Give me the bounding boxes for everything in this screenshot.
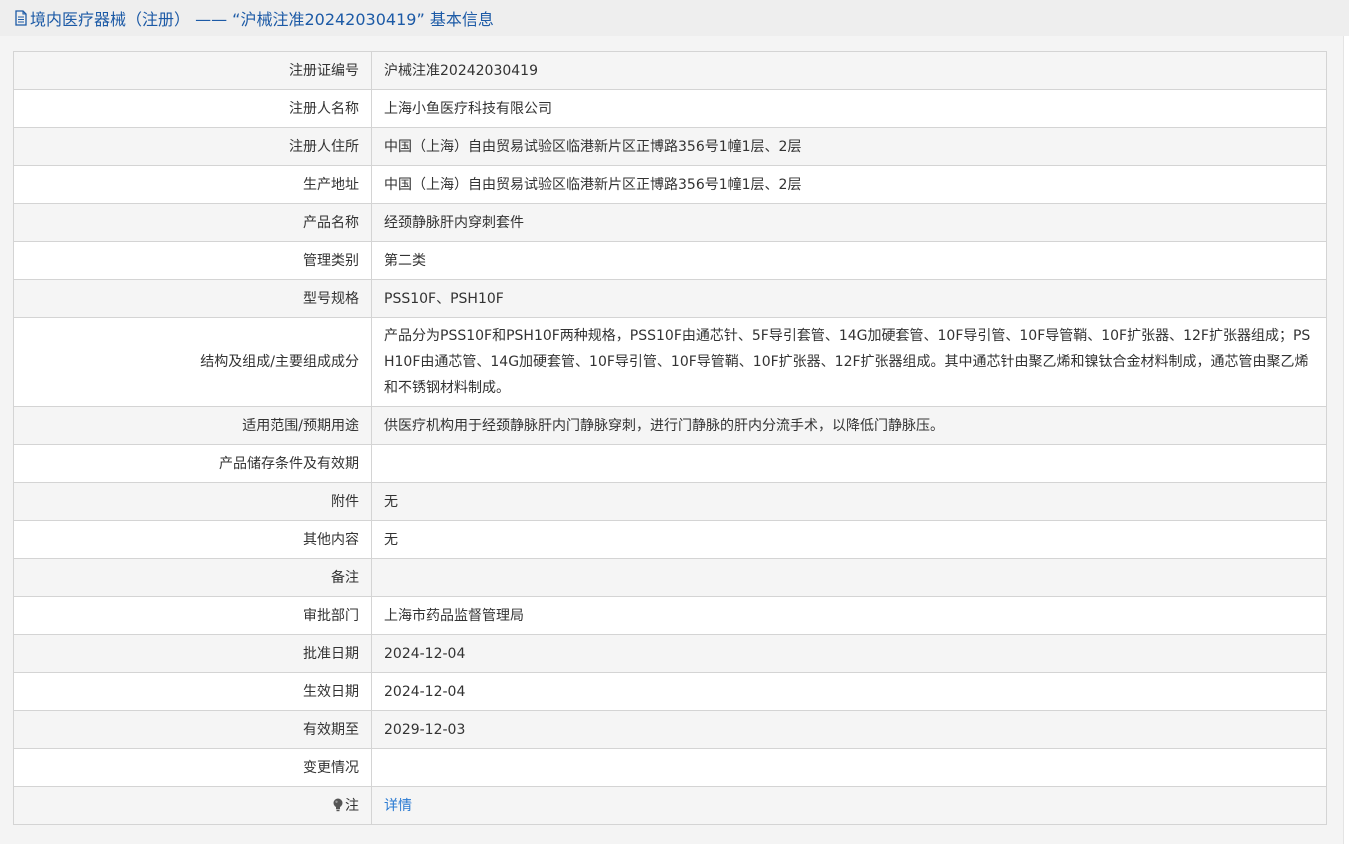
row-label: 注册证编号 <box>13 51 372 90</box>
table-row: 适用范围/预期用途 供医疗机构用于经颈静脉肝内门静脉穿刺，进行门静脉的肝内分流手… <box>13 406 1327 445</box>
note-label-cell: 注 <box>13 786 372 825</box>
table-row: 其他内容 无 <box>13 520 1327 559</box>
row-label: 适用范围/预期用途 <box>13 406 372 445</box>
table-row: 型号规格 PSS10F、PSH10F <box>13 279 1327 318</box>
page-title: 境内医疗器械（注册） —— “沪械注准20242030419” 基本信息 <box>14 6 494 30</box>
row-value: 沪械注准20242030419 <box>371 51 1327 90</box>
table-row: 生产地址 中国（上海）自由贸易试验区临港新片区正博路356号1幢1层、2层 <box>13 165 1327 204</box>
row-label: 型号规格 <box>13 279 372 318</box>
row-value: 无 <box>371 482 1327 521</box>
document-icon <box>14 10 28 26</box>
table-row: 产品名称 经颈静脉肝内穿刺套件 <box>13 203 1327 242</box>
row-value: 2024-12-04 <box>371 672 1327 711</box>
row-value: 无 <box>371 520 1327 559</box>
row-value: 第二类 <box>371 241 1327 280</box>
table-row: 备注 <box>13 558 1327 597</box>
details-link[interactable]: 详情 <box>384 798 412 814</box>
row-label: 注册人住所 <box>13 127 372 166</box>
page-header: 境内医疗器械（注册） —— “沪械注准20242030419” 基本信息 <box>0 0 1349 36</box>
row-value: 中国（上海）自由贸易试验区临港新片区正博路356号1幢1层、2层 <box>371 127 1327 166</box>
row-label: 其他内容 <box>13 520 372 559</box>
row-label: 产品名称 <box>13 203 372 242</box>
row-value: 产品分为PSS10F和PSH10F两种规格，PSS10F由通芯针、5F导引套管、… <box>371 317 1327 407</box>
table-row: 附件 无 <box>13 482 1327 521</box>
note-row: 注 详情 <box>13 786 1327 825</box>
row-value: 经颈静脉肝内穿刺套件 <box>371 203 1327 242</box>
table-row: 生效日期 2024-12-04 <box>13 672 1327 711</box>
row-value: 供医疗机构用于经颈静脉肝内门静脉穿刺，进行门静脉的肝内分流手术，以降低门静脉压。 <box>371 406 1327 445</box>
table-row: 注册人名称 上海小鱼医疗科技有限公司 <box>13 89 1327 128</box>
lightbulb-icon <box>332 795 344 811</box>
row-value: 上海市药品监督管理局 <box>371 596 1327 635</box>
row-value <box>371 444 1327 483</box>
row-label: 有效期至 <box>13 710 372 749</box>
row-label: 注册人名称 <box>13 89 372 128</box>
row-label: 变更情况 <box>13 748 372 787</box>
table-row: 产品储存条件及有效期 <box>13 444 1327 483</box>
note-value-cell: 详情 <box>371 786 1327 825</box>
row-label: 附件 <box>13 482 372 521</box>
table-row: 注册证编号 沪械注准20242030419 <box>13 51 1327 90</box>
info-table: 注册证编号 沪械注准20242030419 注册人名称 上海小鱼医疗科技有限公司… <box>13 51 1327 825</box>
table-row: 有效期至 2029-12-03 <box>13 710 1327 749</box>
row-label: 管理类别 <box>13 241 372 280</box>
table-row: 变更情况 <box>13 748 1327 787</box>
row-value <box>371 558 1327 597</box>
row-value: 中国（上海）自由贸易试验区临港新片区正博路356号1幢1层、2层 <box>371 165 1327 204</box>
row-value: 上海小鱼医疗科技有限公司 <box>371 89 1327 128</box>
note-label: 注 <box>345 797 359 814</box>
row-label: 备注 <box>13 558 372 597</box>
row-value: 2029-12-03 <box>371 710 1327 749</box>
row-label: 批准日期 <box>13 634 372 673</box>
table-row: 管理类别 第二类 <box>13 241 1327 280</box>
row-label: 生效日期 <box>13 672 372 711</box>
table-row: 审批部门 上海市药品监督管理局 <box>13 596 1327 635</box>
row-label: 结构及组成/主要组成成分 <box>13 317 372 407</box>
page-title-text: 境内医疗器械（注册） —— “沪械注准20242030419” 基本信息 <box>30 10 494 29</box>
table-row: 注册人住所 中国（上海）自由贸易试验区临港新片区正博路356号1幢1层、2层 <box>13 127 1327 166</box>
row-label: 产品储存条件及有效期 <box>13 444 372 483</box>
table-row: 批准日期 2024-12-04 <box>13 634 1327 673</box>
row-value <box>371 748 1327 787</box>
row-label: 生产地址 <box>13 165 372 204</box>
row-label: 审批部门 <box>13 596 372 635</box>
table-row: 结构及组成/主要组成成分 产品分为PSS10F和PSH10F两种规格，PSS10… <box>13 317 1327 407</box>
row-value: 2024-12-04 <box>371 634 1327 673</box>
row-value: PSS10F、PSH10F <box>371 279 1327 318</box>
